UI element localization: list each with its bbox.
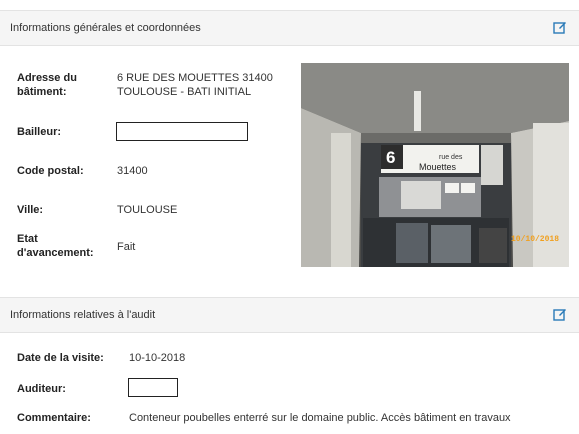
bailleur-label: Bailleur:	[17, 126, 62, 138]
building-photo: 6 rue des Mouettes 10/10/2018	[301, 63, 569, 267]
edit-icon[interactable]	[553, 307, 567, 321]
photo-street-line1: rue des	[439, 154, 463, 161]
commentaire-label: Commentaire:	[17, 412, 91, 424]
audit-info-title: Informations relatives à l'audit	[10, 309, 156, 321]
general-info-title: Informations générales et coordonnées	[10, 22, 201, 34]
auditeur-label: Auditeur:	[17, 383, 66, 395]
adresse-value-line2: TOULOUSE - BATI INITIAL	[117, 86, 252, 98]
edit-icon[interactable]	[553, 20, 567, 34]
etat-label: Etat d'avancement:	[17, 233, 94, 259]
code-postal-label: Code postal:	[17, 165, 84, 177]
date-visite-label: Date de la visite:	[17, 352, 104, 364]
bailleur-field	[116, 122, 248, 141]
code-postal-value: 31400	[117, 165, 148, 177]
commentaire-value: Conteneur poubelles enterré sur le domai…	[129, 412, 511, 424]
photo-date-stamp: 10/10/2018	[511, 235, 559, 244]
ville-label: Ville:	[17, 204, 44, 216]
ville-value: TOULOUSE	[117, 204, 178, 216]
general-info-header: Informations générales et coordonnées	[0, 10, 579, 46]
auditeur-field	[128, 378, 178, 397]
adresse-label: Adresse du bâtiment:	[17, 72, 77, 98]
photo-number: 6	[386, 148, 395, 167]
adresse-value-line1: 6 RUE DES MOUETTES 31400	[117, 72, 273, 84]
audit-info-header: Informations relatives à l'audit	[0, 297, 579, 333]
etat-value: Fait	[117, 241, 136, 253]
date-visite-value: 10-10-2018	[129, 352, 186, 364]
photo-street-line2: Mouettes	[419, 162, 457, 172]
